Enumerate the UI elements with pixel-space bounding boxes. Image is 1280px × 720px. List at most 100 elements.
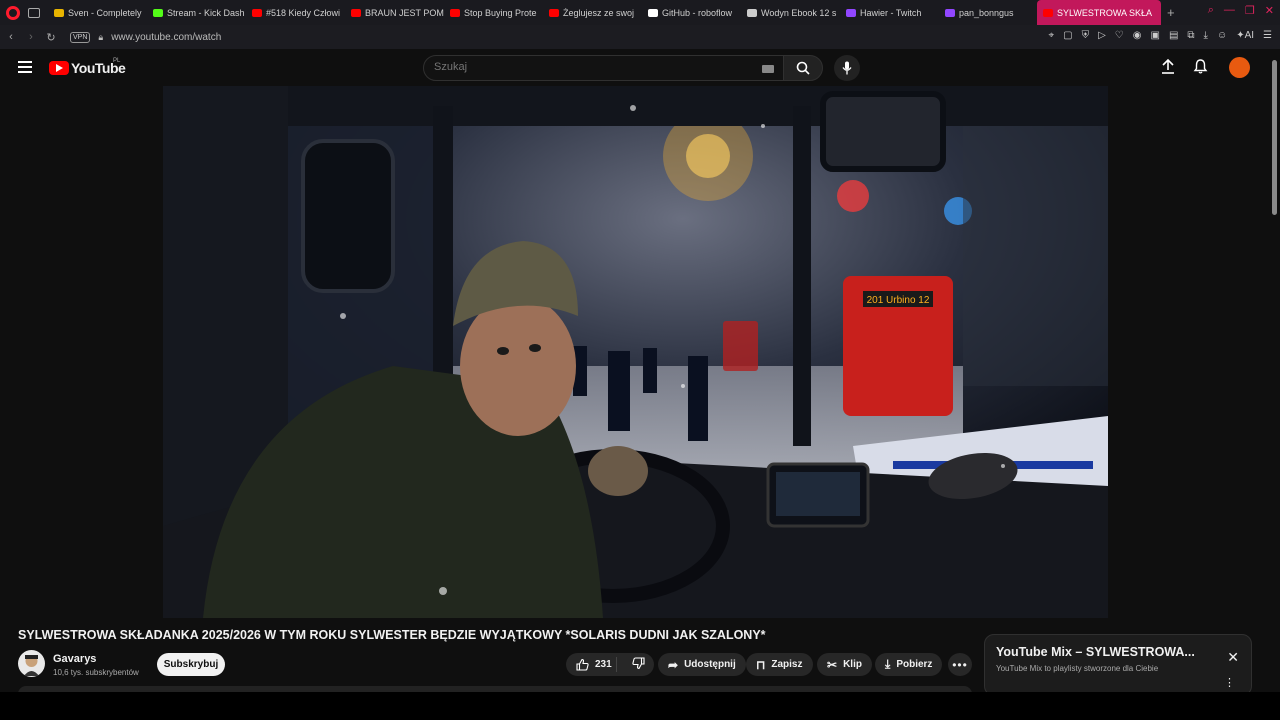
tab-favicon-icon	[450, 8, 460, 17]
tab-label: Żeglujesz ze swoj	[563, 7, 635, 18]
address-bar-tools: ⌖ ▢ ⛨ ▷ ♡ ◉ ▣ ▤ ⧉ ⤓ ☺ ✦AI ☰	[1049, 30, 1273, 41]
dislike-button[interactable]	[623, 656, 654, 673]
tab-label: Stop Buying Prote	[464, 7, 537, 18]
url-text[interactable]: www.youtube.com/watch	[111, 32, 221, 43]
vpn-badge[interactable]: VPN	[70, 31, 91, 43]
tab-label: pan_bonngus	[959, 7, 1014, 18]
video-title: SYLWESTROWA SKŁADANKA 2025/2026 W TYM RO…	[18, 628, 766, 642]
search-box[interactable]	[423, 55, 785, 81]
browser-tab[interactable]: BRAUN JEST POM	[345, 0, 444, 25]
search-tabs-icon[interactable]: ⌕	[1208, 4, 1214, 17]
subscriber-count: 10,6 tys. subskrybentów	[53, 668, 139, 677]
new-tab-icon[interactable]: +	[1167, 5, 1175, 20]
tab-islands-icon[interactable]	[28, 7, 40, 18]
tab-favicon-icon	[351, 8, 361, 17]
taskbar-strip	[0, 692, 1280, 720]
user-avatar[interactable]	[1229, 57, 1250, 78]
ai-icon: ✦	[1236, 30, 1245, 41]
more-actions-button[interactable]: •••	[948, 653, 972, 676]
maximize-icon[interactable]: ❐	[1245, 4, 1255, 17]
wallet-icon[interactable]: ▤	[1169, 30, 1178, 41]
close-window-icon[interactable]: ✕	[1265, 4, 1274, 17]
play-icon[interactable]: ▷	[1098, 30, 1106, 41]
theater-background	[0, 86, 163, 618]
search-button[interactable]	[783, 55, 823, 81]
subscribe-button[interactable]: Subskrybuj	[157, 653, 225, 676]
youtube-mix-panel[interactable]: YouTube Mix – SYLWESTROWA... YouTube Mix…	[984, 634, 1252, 696]
tab-favicon-icon	[54, 8, 64, 17]
youtube-play-icon	[49, 61, 69, 75]
region-code: PL	[113, 58, 121, 64]
notifications-bell-icon[interactable]	[1193, 58, 1208, 77]
clip-button[interactable]: ✂ Klip	[817, 653, 872, 676]
extension-badge-icon[interactable]: ▣	[1151, 30, 1160, 41]
thumbs-up-icon	[576, 658, 589, 671]
tab-favicon-icon	[945, 8, 955, 17]
download-icon[interactable]: ⤓	[1204, 30, 1208, 41]
youtube-favicon-icon	[1043, 8, 1053, 17]
tab-favicon-icon	[846, 8, 856, 17]
tab-favicon-icon	[153, 8, 163, 17]
browser-tab[interactable]: Stream - Kick Dash	[147, 0, 246, 25]
extensions-icon[interactable]: ⧉	[1187, 30, 1194, 41]
browser-tab[interactable]: GitHub - roboflow	[642, 0, 741, 25]
tab-label: GitHub - roboflow	[662, 7, 733, 18]
tab-label: Wodyn Ebook 12 s	[761, 7, 837, 18]
close-icon[interactable]: ✕	[1227, 649, 1239, 666]
address-bar: ‹ › ↻ VPN 🔒︎ www.youtube.com/watch ⌖ ▢ ⛨…	[0, 25, 1280, 49]
heart-icon[interactable]: ♡	[1115, 30, 1124, 41]
tab-favicon-icon	[747, 8, 757, 17]
tab-favicon-icon	[252, 8, 262, 17]
snapshot-icon[interactable]: ▢	[1063, 30, 1072, 41]
opera-logo-icon[interactable]	[6, 5, 20, 20]
upload-icon[interactable]	[1161, 58, 1175, 77]
voice-search-button[interactable]	[834, 55, 860, 81]
clip-label: Klip	[843, 659, 862, 670]
channel-name[interactable]: Gavarys	[53, 653, 96, 665]
browser-tab[interactable]: #518 Kiedy Człowi	[246, 0, 345, 25]
browser-tab[interactable]: pan_bonngus	[939, 0, 1037, 25]
pin-icon[interactable]: ⌖	[1049, 30, 1055, 41]
ai-button[interactable]: ✦AI	[1236, 30, 1254, 41]
search-input[interactable]	[434, 61, 734, 73]
easy-setup-icon[interactable]: ☰	[1263, 30, 1272, 41]
tab-label: Sven - Completely	[68, 7, 142, 18]
forward-icon[interactable]: ›	[22, 31, 40, 43]
menu-icon[interactable]	[18, 61, 32, 73]
channel-avatar[interactable]	[18, 650, 45, 677]
download-label: Pobierz	[896, 659, 933, 670]
browser-tab[interactable]: Stop Buying Prote	[444, 0, 543, 25]
minimize-icon[interactable]: —	[1224, 4, 1235, 17]
ai-label: AI	[1244, 30, 1255, 41]
tab-label: Stream - Kick Dash	[167, 7, 245, 18]
back-icon[interactable]: ‹	[2, 31, 20, 43]
more-vert-icon[interactable]: ⋮	[1224, 678, 1235, 689]
video-player[interactable]: 201 Urbino 12	[163, 86, 1108, 618]
save-button[interactable]: ⊓ Zapisz	[746, 653, 813, 676]
scissors-icon: ✂	[827, 657, 838, 672]
browser-tab[interactable]: Wodyn Ebook 12 s	[741, 0, 840, 25]
account-icon[interactable]: ◉	[1133, 30, 1142, 41]
browser-tab[interactable]: Żeglujesz ze swoj	[543, 0, 642, 25]
share-label: Udostępnij	[684, 659, 736, 670]
share-button[interactable]: ➦ Udostępnij	[658, 653, 746, 676]
microphone-icon	[842, 61, 852, 75]
side-mirror	[301, 139, 395, 293]
keyboard-icon[interactable]	[762, 65, 774, 73]
tab-label: BRAUN JEST POM	[365, 7, 444, 18]
browser-tab[interactable]: Sven - Completely	[48, 0, 147, 25]
like-count: 231	[595, 659, 612, 670]
bus-destination-sign: 201 Urbino 12	[867, 295, 930, 306]
lock-icon[interactable]: 🔒︎	[98, 32, 103, 43]
shield-icon[interactable]: ⛨	[1082, 30, 1090, 41]
download-button[interactable]: ⤓ Pobierz	[875, 653, 943, 676]
youtube-logo[interactable]: YouTube PL	[49, 58, 126, 76]
window-controls: ⌕ — ❐ ✕	[1208, 4, 1274, 17]
browser-tab-bar: Sven - Completely Stream - Kick Dash #518 …	[0, 0, 1280, 25]
browser-tab[interactable]: Hawier - Twitch	[840, 0, 939, 25]
like-button[interactable]: 231	[566, 657, 617, 672]
tab-active[interactable]: SYLWESTROWA SKŁA	[1037, 0, 1161, 25]
page-scrollbar-thumb[interactable]	[1272, 60, 1277, 215]
profile-icon[interactable]: ☺	[1217, 30, 1227, 41]
reload-icon[interactable]: ↻	[42, 31, 60, 44]
